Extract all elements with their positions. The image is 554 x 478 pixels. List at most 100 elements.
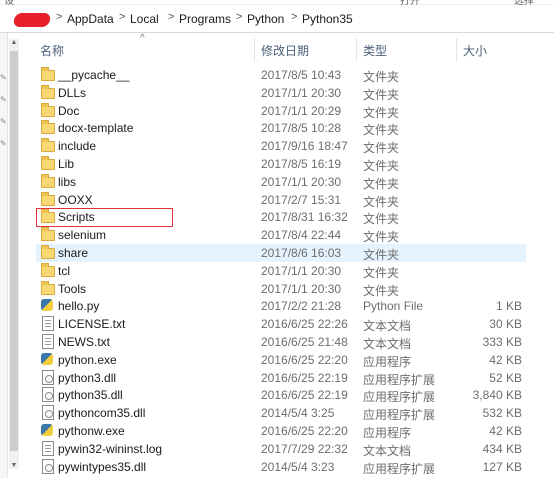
breadcrumb-programs[interactable]: Programs <box>179 12 231 26</box>
folder-icon <box>41 84 55 99</box>
file-name: libs <box>58 174 77 189</box>
file-name: Tools <box>58 281 87 296</box>
column-divider[interactable] <box>456 38 457 62</box>
file-row[interactable]: tcl 2017/1/1 20:30 文件夹 <box>36 262 526 280</box>
file-name: docx-template <box>58 121 134 136</box>
file-row[interactable]: __pycache__ 2017/8/5 10:43 文件夹 <box>36 66 526 84</box>
file-type: 文件夹 <box>363 248 400 262</box>
file-modified-date: 2017/9/16 18:47 <box>261 139 348 154</box>
file-type: 应用程序扩展 <box>363 461 436 476</box>
file-name: share <box>58 246 89 260</box>
file-row[interactable]: include 2017/9/16 18:47 文件夹 <box>36 137 526 155</box>
file-row[interactable]: selenium 2017/8/4 22:44 文件夹 <box>36 226 526 244</box>
file-row[interactable]: python3.dll 2016/6/25 22:19 应用程序扩展 52 KB <box>36 369 526 387</box>
text-file-icon <box>42 440 54 456</box>
file-modified-date: 2014/5/4 3:25 <box>261 406 335 421</box>
file-row[interactable]: share 2017/8/6 16:03 文件夹 <box>36 244 526 262</box>
file-name: pywin32-wininst.log <box>58 441 163 456</box>
scroll-up-icon[interactable]: ▲ <box>10 39 18 46</box>
file-row[interactable]: DLLs 2017/1/1 20:30 文件夹 <box>36 84 526 102</box>
file-row[interactable]: libs 2017/1/1 20:30 文件夹 <box>36 173 526 191</box>
dll-file-icon <box>42 369 54 385</box>
file-modified-date: 2017/8/4 22:44 <box>261 228 342 243</box>
breadcrumb-python35[interactable]: Python35 <box>302 12 353 26</box>
file-name: pythoncom35.dll <box>58 406 146 421</box>
file-row[interactable]: LICENSE.txt 2016/6/25 22:26 文本文档 30 KB <box>36 315 526 333</box>
file-size: 52 KB <box>489 370 522 385</box>
file-modified-date: 2016/6/25 22:19 <box>261 370 348 385</box>
folder-icon <box>41 227 55 242</box>
scroll-down-icon[interactable]: ▼ <box>10 462 18 469</box>
file-row[interactable]: docx-template 2017/8/5 10:28 文件夹 <box>36 119 526 137</box>
file-modified-date: 2017/1/1 20:29 <box>261 103 342 118</box>
file-type: 文件夹 <box>363 230 400 245</box>
folder-icon <box>41 191 55 206</box>
file-modified-date: 2017/8/31 16:32 <box>261 210 348 225</box>
file-modified-date: 2016/6/25 22:20 <box>261 424 348 438</box>
file-row[interactable]: Tools 2017/1/1 20:30 文件夹 <box>36 280 526 298</box>
file-type: 应用程序扩展 <box>363 408 436 423</box>
file-row[interactable]: Lib 2017/8/5 16:19 文件夹 <box>36 155 526 173</box>
vertical-scrollbar[interactable]: ▲ ▼ <box>9 39 19 469</box>
breadcrumb-python[interactable]: Python <box>247 12 284 26</box>
folder-icon <box>41 156 55 170</box>
file-modified-date: 2016/6/25 22:20 <box>261 352 348 367</box>
column-divider[interactable] <box>356 38 357 62</box>
file-modified-date: 2016/6/25 22:19 <box>261 388 348 403</box>
folder-icon <box>41 120 55 135</box>
file-type: 应用程序扩展 <box>363 390 436 405</box>
file-row[interactable]: NEWS.txt 2016/6/25 21:48 文本文档 333 KB <box>36 333 526 351</box>
file-type: 文件夹 <box>363 70 400 84</box>
file-row[interactable]: python.exe 2016/6/25 22:20 应用程序 42 KB <box>36 351 526 369</box>
navigation-pane-edge: ✎ ✎ ✎ ✎ <box>0 33 8 478</box>
file-modified-date: 2014/5/4 3:23 <box>261 459 335 474</box>
file-row[interactable]: pythoncom35.dll 2014/5/4 3:25 应用程序扩展 532 KB <box>36 404 526 422</box>
breadcrumb-appdata[interactable]: AppData <box>67 12 114 26</box>
chevron-right-icon: > <box>119 11 126 23</box>
file-type: 应用程序 <box>363 426 412 440</box>
file-modified-date: 2017/8/5 10:43 <box>261 68 342 82</box>
file-type: Python File <box>363 299 424 314</box>
breadcrumb-local[interactable]: Local <box>130 12 159 26</box>
file-name: python35.dll <box>58 388 123 403</box>
file-name: OOXX <box>58 192 93 207</box>
column-header-date[interactable]: 修改日期 <box>261 42 309 59</box>
column-header-name[interactable]: 名称 <box>40 42 64 59</box>
file-name: hello.py <box>58 299 100 314</box>
column-header-size[interactable]: 大小 <box>463 42 487 59</box>
file-modified-date: 2017/7/29 22:32 <box>261 441 348 456</box>
file-row[interactable]: hello.py 2017/2/2 21:28 Python File 1 KB <box>36 297 526 315</box>
file-type: 文件夹 <box>363 265 400 280</box>
file-row[interactable]: pywintypes35.dll 2014/5/4 3:23 应用程序扩展 127 K… <box>36 458 526 476</box>
address-bar[interactable]: > AppData > Local > Programs > Python > … <box>0 6 554 33</box>
file-row[interactable]: python35.dll 2016/6/25 22:19 应用程序扩展 3,840 K… <box>36 386 526 404</box>
folder-icon <box>41 245 55 259</box>
chevron-right-icon: > <box>236 11 243 23</box>
file-size: 3,840 KB <box>472 388 522 403</box>
file-name: NEWS.txt <box>58 335 111 349</box>
chevron-right-icon: > <box>168 11 175 23</box>
pin-icon: ✎ <box>0 117 7 126</box>
file-row[interactable]: pywin32-wininst.log 2017/7/29 22:32 文本文档 43… <box>36 440 526 458</box>
file-size: 42 KB <box>489 424 522 438</box>
column-header-type[interactable]: 类型 <box>363 42 387 59</box>
file-size: 42 KB <box>489 352 522 367</box>
file-type: 文件夹 <box>363 212 400 227</box>
file-name: LICENSE.txt <box>58 317 126 332</box>
file-row[interactable]: OOXX 2017/2/7 15:31 文件夹 <box>36 191 526 209</box>
chevron-right-icon: > <box>291 11 298 23</box>
file-row[interactable]: pythonw.exe 2016/6/25 22:20 应用程序 42 KB <box>36 422 526 440</box>
file-name: pywintypes35.dll <box>58 459 147 474</box>
file-name: tcl <box>58 263 70 278</box>
column-divider[interactable] <box>254 38 255 62</box>
file-modified-date: 2017/8/6 16:03 <box>261 246 342 260</box>
file-type: 文件夹 <box>363 159 400 173</box>
ribbon-remnant: 设 打开 选择 <box>0 0 554 7</box>
file-row[interactable]: Doc 2017/1/1 20:29 文件夹 <box>36 102 526 120</box>
pin-icon: ✎ <box>0 73 7 82</box>
file-type: 文件夹 <box>363 141 400 156</box>
chevron-right-icon: > <box>56 11 63 23</box>
scrollbar-thumb[interactable] <box>10 51 18 451</box>
dll-file-icon <box>42 387 54 403</box>
column-header-row: 名称 修改日期 类型 大小 <box>20 38 554 62</box>
